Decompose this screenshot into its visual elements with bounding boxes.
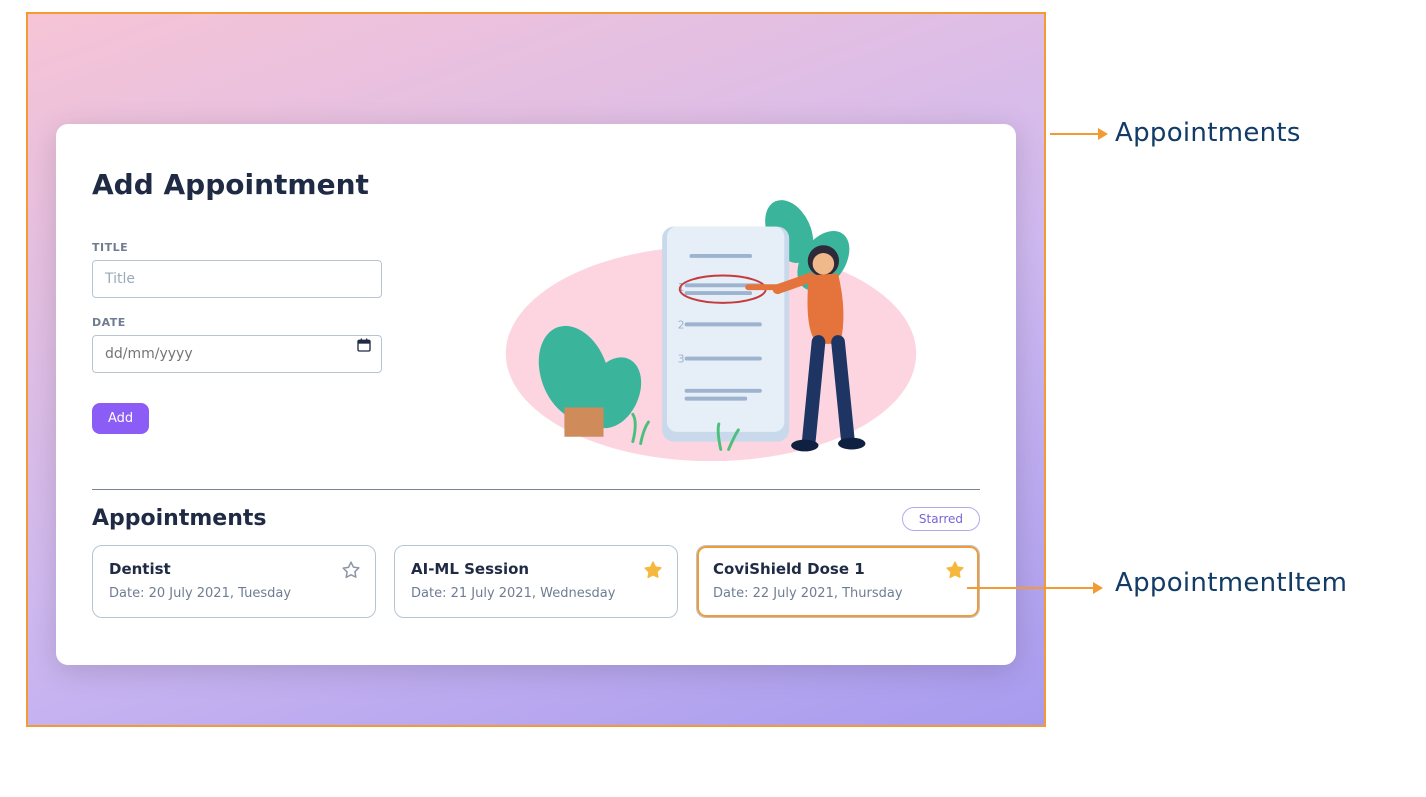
- appointments-illustration: 1 2 3: [442, 168, 980, 461]
- date-label: DATE: [92, 316, 382, 329]
- appointments-list: Dentist Date: 20 July 2021, Tuesday AI-M…: [92, 545, 980, 618]
- appointment-title: CoviShield Dose 1: [713, 560, 963, 578]
- star-filled-icon: [643, 569, 663, 584]
- appointment-date: Date: 21 July 2021, Wednesday: [411, 586, 661, 601]
- star-filled-icon: [945, 569, 965, 584]
- svg-text:2: 2: [678, 318, 685, 331]
- form-heading: Add Appointment: [92, 168, 412, 201]
- title-label: TITLE: [92, 241, 412, 254]
- appointment-date: Date: 22 July 2021, Thursday: [713, 586, 963, 601]
- star-toggle-button[interactable]: [337, 556, 365, 588]
- appointment-item: AI-ML Session Date: 21 July 2021, Wednes…: [394, 545, 678, 618]
- annotation-label-appointments: Appointments: [1115, 118, 1301, 148]
- starred-filter-button[interactable]: Starred: [902, 507, 980, 531]
- annotation-label-appointmentitem: AppointmentItem: [1115, 568, 1347, 598]
- appointment-item: Dentist Date: 20 July 2021, Tuesday: [92, 545, 376, 618]
- title-input[interactable]: [92, 260, 382, 298]
- section-divider: [92, 489, 980, 490]
- appointment-title: AI-ML Session: [411, 560, 661, 578]
- annotation-arrow-icon: [965, 578, 1105, 598]
- add-appointment-section: Add Appointment TITLE DATE Add: [92, 168, 980, 461]
- appointments-card: Add Appointment TITLE DATE Add: [56, 124, 1016, 665]
- star-outline-icon: [341, 569, 361, 584]
- date-input[interactable]: [92, 335, 382, 373]
- star-toggle-button[interactable]: [639, 556, 667, 588]
- appointment-item: CoviShield Dose 1 Date: 22 July 2021, Th…: [696, 545, 980, 618]
- annotation-arrow-icon: [1048, 124, 1108, 144]
- appointments-component: Add Appointment TITLE DATE Add: [26, 12, 1046, 727]
- appointments-heading: Appointments: [92, 506, 266, 531]
- appointment-date: Date: 20 July 2021, Tuesday: [109, 586, 359, 601]
- add-button[interactable]: Add: [92, 403, 149, 434]
- svg-text:3: 3: [678, 352, 685, 365]
- appointment-title: Dentist: [109, 560, 359, 578]
